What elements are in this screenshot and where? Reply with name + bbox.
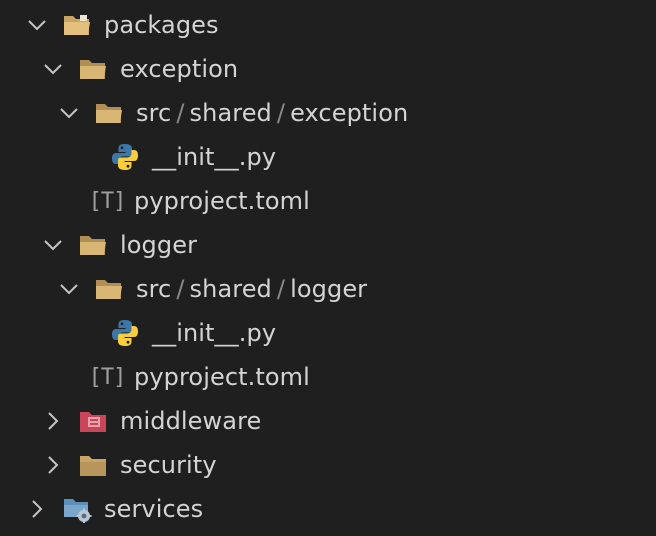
path-separator: / [176, 99, 185, 127]
path-segment[interactable]: shared [190, 99, 272, 127]
tree-item-security[interactable]: security [0, 443, 656, 487]
middleware-folder-icon [78, 406, 108, 436]
tree-item-logger-toml[interactable]: [T] pyproject.toml [0, 355, 656, 399]
services-folder-icon [62, 494, 92, 524]
tree-item-label: security [120, 451, 217, 479]
tree-item-label: logger [120, 231, 198, 259]
path-separator: / [176, 275, 185, 303]
compact-folder-label: src / shared / logger [136, 267, 367, 311]
chevron-down-icon[interactable] [42, 234, 64, 256]
python-file-icon [110, 142, 140, 172]
tree-item-label: pyproject.toml [134, 187, 310, 215]
path-separator: / [276, 99, 286, 127]
folder-icon [78, 450, 108, 480]
folder-open-icon [94, 98, 124, 128]
chevron-right-icon[interactable] [26, 498, 48, 520]
python-file-icon [110, 318, 140, 348]
folder-open-icon [62, 10, 92, 40]
tree-item-exception-toml[interactable]: [T] pyproject.toml [0, 179, 656, 223]
tree-item-label: middleware [120, 407, 262, 435]
path-segment[interactable]: shared [190, 275, 272, 303]
tree-item-packages[interactable]: packages [0, 3, 656, 47]
chevron-down-icon[interactable] [58, 102, 80, 124]
toml-file-icon: [T] [88, 364, 127, 390]
tree-item-label: services [104, 495, 204, 523]
tree-item-label: __init__.py [152, 319, 277, 347]
compact-folder-label: src / shared / exception [136, 91, 408, 135]
tree-item-logger-src[interactable]: src / shared / logger [0, 267, 656, 311]
chevron-right-icon[interactable] [42, 410, 64, 432]
folder-open-icon [94, 274, 124, 304]
chevron-down-icon[interactable] [58, 278, 80, 300]
chevron-right-icon[interactable] [42, 454, 64, 476]
path-segment[interactable]: exception [290, 99, 408, 127]
tree-item-label: exception [120, 55, 239, 83]
tree-item-middleware[interactable]: middleware [0, 399, 656, 443]
folder-open-icon [78, 230, 108, 260]
file-explorer-tree: packages exception src / shared / exception [0, 0, 656, 536]
tree-item-exception-init[interactable]: __init__.py [0, 135, 656, 179]
tree-item-logger-init[interactable]: __init__.py [0, 311, 656, 355]
tree-item-exception-src[interactable]: src / shared / exception [0, 91, 656, 135]
tree-item-logger[interactable]: logger [0, 223, 656, 267]
tree-item-label: pyproject.toml [134, 363, 310, 391]
path-segment[interactable]: src [136, 99, 171, 127]
path-segment[interactable]: src [136, 275, 171, 303]
chevron-down-icon[interactable] [26, 14, 48, 36]
folder-open-icon [78, 54, 108, 84]
chevron-down-icon[interactable] [42, 58, 64, 80]
toml-file-icon: [T] [88, 188, 127, 214]
path-segment[interactable]: logger [290, 275, 367, 303]
tree-item-exception[interactable]: exception [0, 47, 656, 91]
tree-item-label: __init__.py [152, 143, 277, 171]
path-separator: / [276, 275, 286, 303]
tree-item-services[interactable]: services [0, 487, 656, 531]
tree-item-label: packages [104, 11, 219, 39]
